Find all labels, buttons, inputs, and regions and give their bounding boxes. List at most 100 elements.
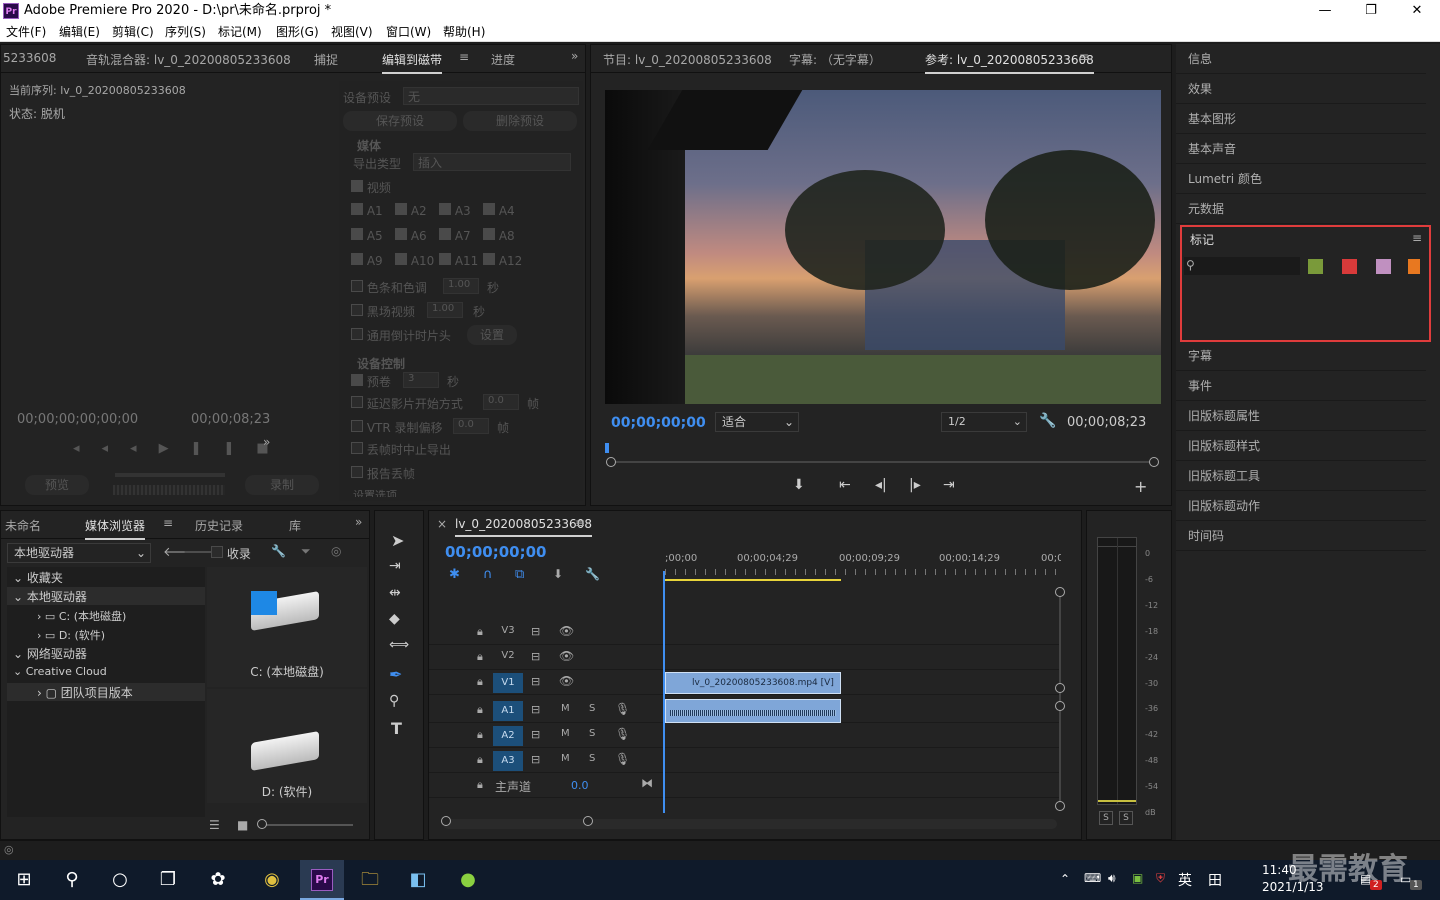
panel-info[interactable]: 信息 [1176,44,1426,74]
nvidia-icon[interactable]: ▣ [1132,871,1143,885]
scrubber-end-handle[interactable] [1149,457,1159,467]
panel-metadata[interactable]: 元数据 [1176,194,1426,224]
eye-icon[interactable]: 👁︎ [559,674,574,688]
audio-track-checkbox[interactable]: A5 [351,228,383,243]
nest-icon[interactable]: ✱ [449,567,460,582]
render-status-icon[interactable]: ◎ [4,843,14,856]
playhead-line[interactable] [663,571,665,813]
type-tool-icon[interactable]: T [391,719,402,738]
shuttle-slider[interactable] [115,473,225,477]
panel-lumetri-color[interactable]: Lumetri 颜色 [1176,164,1426,194]
color-bars-duration[interactable]: 1.00 [443,278,479,294]
microphone-icon[interactable]: 🎙︎ [615,702,630,716]
options-button-partial[interactable]: 设置选项 [353,487,397,497]
report-drop-checkbox[interactable]: 报告丢帧 [351,465,415,482]
add-marker-icon[interactable]: ⬇ [553,567,563,581]
task-view-icon[interactable]: ❐ [152,864,184,896]
sync-lock-icon[interactable]: ⊟ [531,625,540,638]
sync-lock-icon[interactable]: ⊟ [531,753,540,766]
close-button[interactable]: ✕ [1394,0,1440,22]
preroll-field[interactable]: 3 [403,372,439,388]
scroll-handle[interactable] [1055,801,1065,811]
app-pinwheel-icon[interactable]: ✿ [202,864,234,896]
tray-chevron-icon[interactable]: ⌃ [1060,872,1070,886]
audio-track-checkbox[interactable]: A4 [483,203,515,218]
tab-program[interactable]: 节目: lv_0_20200805233608 [603,51,772,68]
vtr-offset-field[interactable]: 0.0 [453,418,489,434]
solo-button[interactable]: S [589,703,595,714]
view-icon[interactable]: ◎ [331,544,341,558]
playhead-timecode[interactable]: 00;00;00;00 [611,415,706,431]
delay-movie-field[interactable]: 0.0 [483,394,519,410]
work-area-bar[interactable] [665,579,841,581]
audio-track-checkbox[interactable]: A11 [439,253,478,268]
app-green-ball-icon[interactable]: ● [452,864,484,896]
chrome-icon[interactable]: ◉ [256,864,288,896]
tab-sequence[interactable]: lv_0_20200805233608 [455,517,592,537]
tab-progress[interactable]: 进度 [491,51,515,68]
step-back-icon[interactable]: ◂| [875,477,887,493]
solo-button[interactable]: S [589,728,595,739]
menu-window[interactable]: 窗口(W) [386,24,431,40]
record-button[interactable]: 录制 [245,475,319,495]
tab-reference[interactable]: 参考: lv_0_20200805233608 [925,51,1094,74]
list-view-icon[interactable]: ☰ [209,818,220,832]
microphone-icon[interactable]: 🎙︎ [615,727,630,741]
black-video-checkbox[interactable]: 黑场视频 [351,303,415,320]
lock-icon[interactable]: 🔒︎ [477,625,483,639]
horizontal-scrollbar[interactable] [443,819,1057,829]
tab-source[interactable]: 5233608 [3,51,56,65]
tree-item-favorites[interactable]: ⌄ 收藏夹 [13,569,63,586]
zoom-handle-left[interactable] [441,816,451,826]
lock-icon[interactable]: 🔒︎ [477,650,483,664]
tab-edit-to-tape[interactable]: 编辑到磁带 [382,51,443,74]
panel-menu-icon[interactable]: ≡ [163,516,173,530]
lock-icon[interactable]: 🔒︎ [477,778,483,792]
add-button-icon[interactable]: + [1134,477,1147,496]
file-explorer-icon[interactable]: 🗀 [354,864,386,896]
tree-item-c-drive[interactable]: › ▭ C: (本地磁盘) [37,608,126,624]
time-ruler[interactable]: ;00;00 00;00;04;29 00;00;09;29 00;00;14;… [665,539,1061,581]
ripple-edit-tool-icon[interactable]: ⇹ [389,585,401,601]
maximize-button[interactable]: ❐ [1348,0,1394,22]
filter-icon[interactable]: ⏷ [301,544,311,559]
tree-item-team-projects[interactable]: › ▢ 团队项目版本 [37,684,133,701]
menu-edit[interactable]: 编辑(E) [59,24,100,40]
ime-keyboard-icon[interactable]: 田 [1208,870,1222,890]
close-sequence-icon[interactable]: × [437,517,447,531]
mute-button[interactable]: M [561,703,570,714]
marker-color-pink[interactable] [1376,259,1391,274]
track-label[interactable]: V2 [493,650,523,661]
zoom-select[interactable]: 适合 ⌄ [715,412,799,432]
menu-graphics[interactable]: 图形(G) [276,24,319,40]
preroll-checkbox[interactable]: 预卷 [351,373,391,390]
menu-file[interactable]: 文件(F) [6,24,46,40]
transport-controls[interactable]: ◂◂◂▶❚❚■ [73,441,291,456]
network-icon[interactable]: ⌨ [1084,871,1101,885]
track-label[interactable]: V3 [493,625,523,636]
scroll-handle[interactable] [1055,701,1065,711]
go-to-out-icon[interactable]: ⇥ [943,477,955,493]
menu-help[interactable]: 帮助(H) [443,24,485,40]
panel-menu-icon[interactable]: ≡ [1412,231,1422,245]
track-label[interactable]: A1 [493,701,523,721]
audio-track-checkbox[interactable]: A8 [483,228,515,243]
go-to-end-icon[interactable]: ⧓ [641,776,653,790]
minimize-button[interactable]: — [1302,0,1348,22]
track-label[interactable]: V1 [493,673,523,693]
linked-selection-icon[interactable]: ⧉ [515,567,524,582]
sync-lock-icon[interactable]: ⊟ [531,675,540,688]
lock-icon[interactable]: 🔒︎ [477,703,483,717]
scroll-handle[interactable] [1055,587,1065,597]
marker-color-red[interactable] [1342,259,1357,274]
panel-legacy-title-properties[interactable]: 旧版标题属性 [1176,401,1426,431]
panel-events[interactable]: 事件 [1176,371,1426,401]
delay-movie-checkbox[interactable]: 延迟影片开始方式 [351,395,463,412]
audio-clip[interactable] [665,699,841,723]
menu-marker[interactable]: 标记(M) [218,24,262,40]
tree-item-network-drives[interactable]: ⌄ 网络驱动器 [13,645,87,662]
video-checkbox-row[interactable]: 视频 [351,179,391,196]
preview-button[interactable]: 预览 [25,475,89,495]
panel-captions[interactable]: 字幕 [1176,341,1426,371]
vtr-offset-checkbox[interactable]: VTR 录制偏移 [351,419,443,436]
